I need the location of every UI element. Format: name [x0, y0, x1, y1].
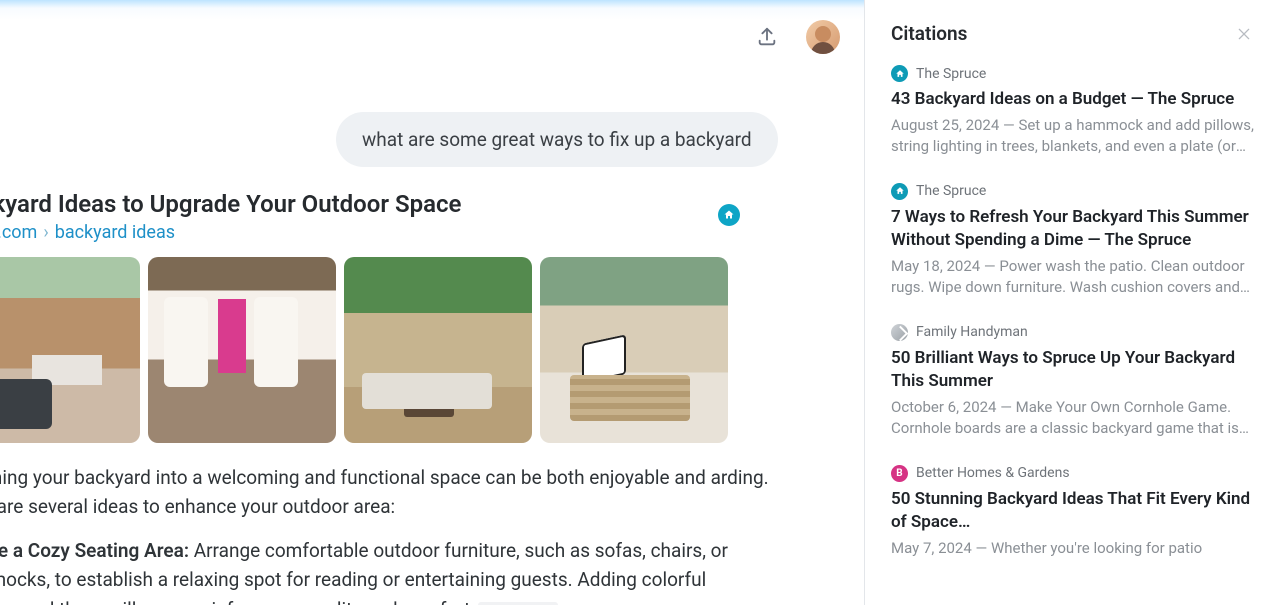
share-icon — [756, 26, 778, 48]
thumbnail[interactable] — [0, 257, 140, 443]
panel-title: Citations — [891, 22, 967, 45]
top-bar — [750, 20, 840, 54]
result-path: backyard ideas — [55, 222, 175, 243]
result-point: Create a Cozy Seating Area: Arrange comf… — [0, 536, 772, 605]
citation-source: The Spruce — [891, 183, 1254, 200]
citation-title[interactable]: 43 Backyard Ideas on a Budget — The Spru… — [891, 88, 1254, 111]
citations-panel: Citations The Spruce 43 Backyard Ideas on… — [864, 0, 1280, 605]
avatar[interactable] — [806, 20, 840, 54]
citation-desc: May 18, 2024 — Power wash the patio. Cle… — [891, 256, 1254, 298]
result-breadcrumb[interactable]: pruce.com › backyard ideas — [0, 222, 772, 243]
panel-header: Citations — [865, 0, 1280, 59]
citation-desc: October 6, 2024 — Make Your Own Cornhole… — [891, 397, 1254, 439]
query-pill: what are some great ways to fix up a bac… — [336, 112, 778, 167]
citation-source: The Spruce — [891, 65, 1254, 82]
result-thumbnails — [0, 257, 772, 443]
citation-item[interactable]: The Spruce 43 Backyard Ideas on a Budget … — [891, 65, 1254, 157]
citation-source-name: The Spruce — [916, 183, 986, 199]
citation-desc: August 25, 2024 — Set up a hammock and a… — [891, 115, 1254, 157]
point-title: Create a Cozy Seating Area: — [0, 539, 189, 562]
favicon-icon — [891, 65, 908, 82]
citation-title[interactable]: 50 Brilliant Ways to Spruce Up Your Back… — [891, 347, 1254, 393]
query-text: what are some great ways to fix up a bac… — [362, 128, 752, 151]
favicon-icon: B — [891, 465, 908, 482]
citation-item[interactable]: The Spruce 7 Ways to Refresh Your Backyar… — [891, 183, 1254, 298]
thumbnail[interactable] — [148, 257, 336, 443]
source-badge-icon — [718, 204, 740, 226]
close-button[interactable] — [1234, 24, 1254, 44]
citation-source: B Better Homes & Gardens — [891, 465, 1254, 482]
breadcrumb-sep: › — [43, 222, 48, 243]
result-intro: sforming your backyard into a welcoming … — [0, 463, 772, 522]
close-icon — [1236, 26, 1252, 42]
citations-list: The Spruce 43 Backyard Ideas on a Budget … — [865, 59, 1280, 585]
result-host: pruce.com — [0, 222, 37, 243]
citation-item[interactable]: Family Handyman 50 Brilliant Ways to Spru… — [891, 324, 1254, 439]
main-column: what are some great ways to fix up a bac… — [0, 0, 864, 605]
share-button[interactable] — [750, 20, 784, 54]
citation-source-name: The Spruce — [916, 66, 986, 82]
thumbnail[interactable] — [540, 257, 728, 443]
citation-source: Family Handyman — [891, 324, 1254, 341]
citation-title[interactable]: 7 Ways to Refresh Your Backyard This Sum… — [891, 206, 1254, 252]
favicon-icon — [891, 183, 908, 200]
favicon-icon — [891, 324, 908, 341]
citation-item[interactable]: B Better Homes & Gardens 50 Stunning Backy… — [891, 465, 1254, 559]
search-result: Backyard Ideas to Upgrade Your Outdoor S… — [0, 190, 772, 605]
result-body: sforming your backyard into a welcoming … — [0, 463, 772, 605]
citation-desc: May 7, 2024 — Whether you're looking for… — [891, 538, 1254, 559]
result-title[interactable]: Backyard Ideas to Upgrade Your Outdoor S… — [0, 190, 772, 218]
app-root: what are some great ways to fix up a bac… — [0, 0, 1280, 605]
citation-source-name: Family Handyman — [916, 324, 1028, 340]
thumbnail[interactable] — [344, 257, 532, 443]
citation-source-name: Better Homes & Gardens — [916, 465, 1070, 481]
citation-title[interactable]: 50 Stunning Backyard Ideas That Fit Ever… — [891, 488, 1254, 534]
